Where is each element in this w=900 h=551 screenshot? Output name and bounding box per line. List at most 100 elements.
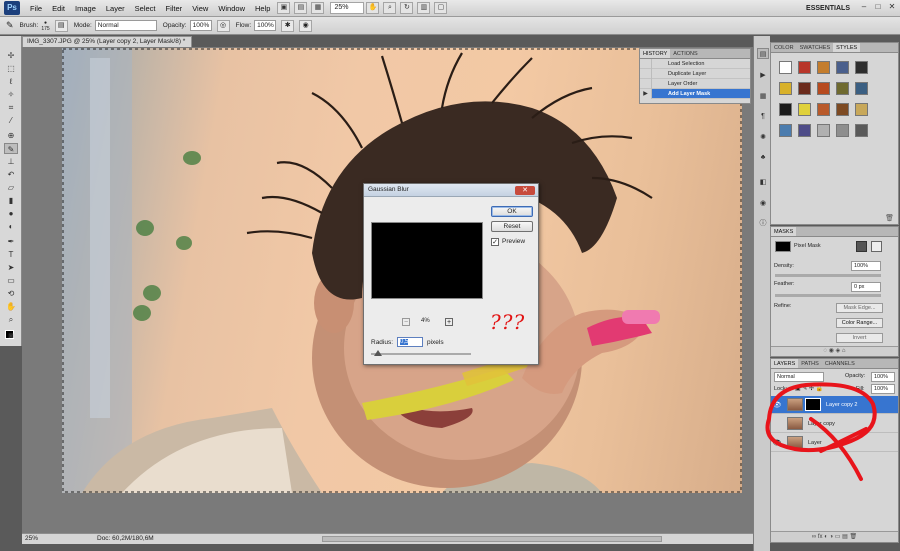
tab-swatches[interactable]: SWATCHES <box>797 43 834 52</box>
menu-filter[interactable]: Filter <box>161 4 188 13</box>
path-select-tool-icon[interactable]: ➤ <box>4 262 18 273</box>
gradient-tool-icon[interactable]: ▮ <box>4 195 18 206</box>
style-swatch[interactable] <box>855 103 868 116</box>
history-item[interactable]: Duplicate Layer <box>640 68 750 79</box>
status-zoom[interactable]: 25% <box>25 534 38 544</box>
feather-field[interactable]: 0 px <box>851 282 881 292</box>
zoom-in-icon[interactable]: + <box>445 318 453 326</box>
brush-picker[interactable]: ● 175 <box>41 20 49 32</box>
tab-channels[interactable]: CHANNELS <box>822 359 858 368</box>
ok-button[interactable]: OK <box>491 206 533 217</box>
dodge-tool-icon[interactable]: ◐ <box>4 221 18 232</box>
close-icon[interactable]: ✕ <box>515 186 535 195</box>
style-swatch[interactable] <box>779 124 792 137</box>
tab-paths[interactable]: PATHS <box>798 359 822 368</box>
bridge-icon[interactable]: ▣ <box>277 2 291 14</box>
shape-tool-icon[interactable]: ▭ <box>4 275 18 286</box>
style-swatch[interactable] <box>779 103 792 116</box>
maximize-icon[interactable]: □ <box>872 2 884 13</box>
arrange-documents-icon[interactable]: ▥ <box>417 2 431 14</box>
style-swatch[interactable] <box>798 103 811 116</box>
style-swatch[interactable] <box>836 61 849 74</box>
style-swatch[interactable] <box>855 124 868 137</box>
style-swatch[interactable] <box>855 82 868 95</box>
brush-presets-icon[interactable]: ✺ <box>757 132 769 143</box>
radius-slider-handle[interactable] <box>374 350 382 356</box>
menu-edit[interactable]: Edit <box>47 4 70 13</box>
adjustments-icon[interactable]: ◧ <box>757 177 769 188</box>
history-brush-tool-icon[interactable]: ↶ <box>4 169 18 180</box>
preview-checkbox[interactable]: ✓ <box>491 238 499 246</box>
preview-image[interactable] <box>371 222 483 299</box>
menu-help[interactable]: Help <box>250 4 275 13</box>
color-range-button[interactable]: Color Range... <box>836 318 883 328</box>
zoom-tool-icon[interactable]: ⌕ <box>383 2 397 14</box>
style-swatch[interactable] <box>817 61 830 74</box>
eraser-tool-icon[interactable]: ▱ <box>4 182 18 193</box>
radius-slider[interactable] <box>371 353 471 355</box>
fill-field[interactable]: 100% <box>871 384 895 394</box>
hand-tool-icon[interactable]: ✋ <box>366 2 380 14</box>
reset-button[interactable]: Reset <box>491 221 533 232</box>
lock-icons[interactable]: ▣ ✎ ✢ 🔒 <box>795 385 823 392</box>
vector-mask-button[interactable] <box>871 241 882 252</box>
swatches-panel-icon[interactable]: ▦ <box>757 91 769 102</box>
style-swatch[interactable] <box>855 61 868 74</box>
move-tool-icon[interactable]: ✢ <box>4 50 18 61</box>
style-swatch[interactable] <box>836 124 849 137</box>
masks-panel-icon[interactable]: ◉ <box>757 198 769 209</box>
rotate-view-icon[interactable]: ↻ <box>400 2 414 14</box>
brush-tool-icon[interactable]: ✎ <box>6 20 14 31</box>
pen-tool-icon[interactable]: ✒ <box>4 236 18 247</box>
extras-icon[interactable]: ▦ <box>311 2 325 14</box>
style-swatch[interactable] <box>817 124 830 137</box>
style-swatch[interactable] <box>817 82 830 95</box>
pressure-size-icon[interactable]: ◉ <box>299 19 313 32</box>
menu-layer[interactable]: Layer <box>101 4 130 13</box>
quick-mask-icon[interactable]: ◙ <box>4 331 18 342</box>
style-swatch[interactable] <box>836 103 849 116</box>
feather-slider[interactable] <box>775 294 881 297</box>
layer-row[interactable]: Layer copy <box>771 415 898 433</box>
brush-tool-icon[interactable]: ✎ <box>4 143 18 154</box>
healing-brush-tool-icon[interactable]: ⊕ <box>4 130 18 141</box>
tab-history[interactable]: HISTORY <box>640 49 671 58</box>
radius-field[interactable]: 0,5 <box>397 337 423 347</box>
mini-bridge-icon[interactable]: ▤ <box>294 2 308 14</box>
menu-image[interactable]: Image <box>70 4 101 13</box>
visibility-eye-icon[interactable]: 👁 <box>771 401 783 409</box>
document-tab[interactable]: IMG_3307.JPG @ 25% (Layer copy 2, Layer … <box>22 36 192 47</box>
screen-mode-icon[interactable]: ▢ <box>434 2 448 14</box>
brush-panel-icon[interactable]: ▤ <box>54 19 68 32</box>
type-tool-icon[interactable]: T <box>4 249 18 260</box>
zoom-tool-icon[interactable]: ⌕ <box>4 314 18 325</box>
clone-source-icon[interactable]: ♣ <box>757 152 769 163</box>
menu-view[interactable]: View <box>187 4 213 13</box>
pressure-opacity-icon[interactable]: ◎ <box>216 19 230 32</box>
eyedropper-tool-icon[interactable]: ⁄ <box>4 115 18 126</box>
minimize-icon[interactable]: – <box>858 2 870 13</box>
style-swatch[interactable] <box>779 82 792 95</box>
style-swatch[interactable] <box>798 61 811 74</box>
layer-row[interactable]: 👁 Layer copy 2 <box>771 396 898 414</box>
airbrush-icon[interactable]: ✱ <box>281 19 295 32</box>
density-field[interactable]: 100% <box>851 261 881 271</box>
quick-select-tool-icon[interactable]: ✧ <box>4 89 18 100</box>
history-item-selected[interactable]: ▶ Add Layer Mask <box>640 88 750 99</box>
style-swatch[interactable] <box>798 82 811 95</box>
marquee-tool-icon[interactable]: ⬚ <box>4 63 18 74</box>
opacity-field[interactable]: 100% <box>189 20 212 31</box>
invert-button[interactable]: Invert <box>836 333 883 343</box>
tab-styles[interactable]: STYLES <box>833 43 861 52</box>
style-swatch[interactable] <box>779 61 792 74</box>
layer-opacity-field[interactable]: 100% <box>871 372 895 382</box>
workspace-switcher[interactable]: ESSENTIALS <box>806 5 850 12</box>
lasso-tool-icon[interactable]: ℓ <box>4 76 18 87</box>
history-item[interactable]: Layer Order <box>640 78 750 89</box>
clone-stamp-tool-icon[interactable]: ⊥ <box>4 156 18 167</box>
menu-window[interactable]: Window <box>213 4 250 13</box>
flow-field[interactable]: 100% <box>254 20 277 31</box>
history-panel-icon[interactable]: ▤ <box>757 48 769 59</box>
layer-mask-thumbnail[interactable] <box>805 398 821 411</box>
pixel-mask-button[interactable] <box>856 241 867 252</box>
